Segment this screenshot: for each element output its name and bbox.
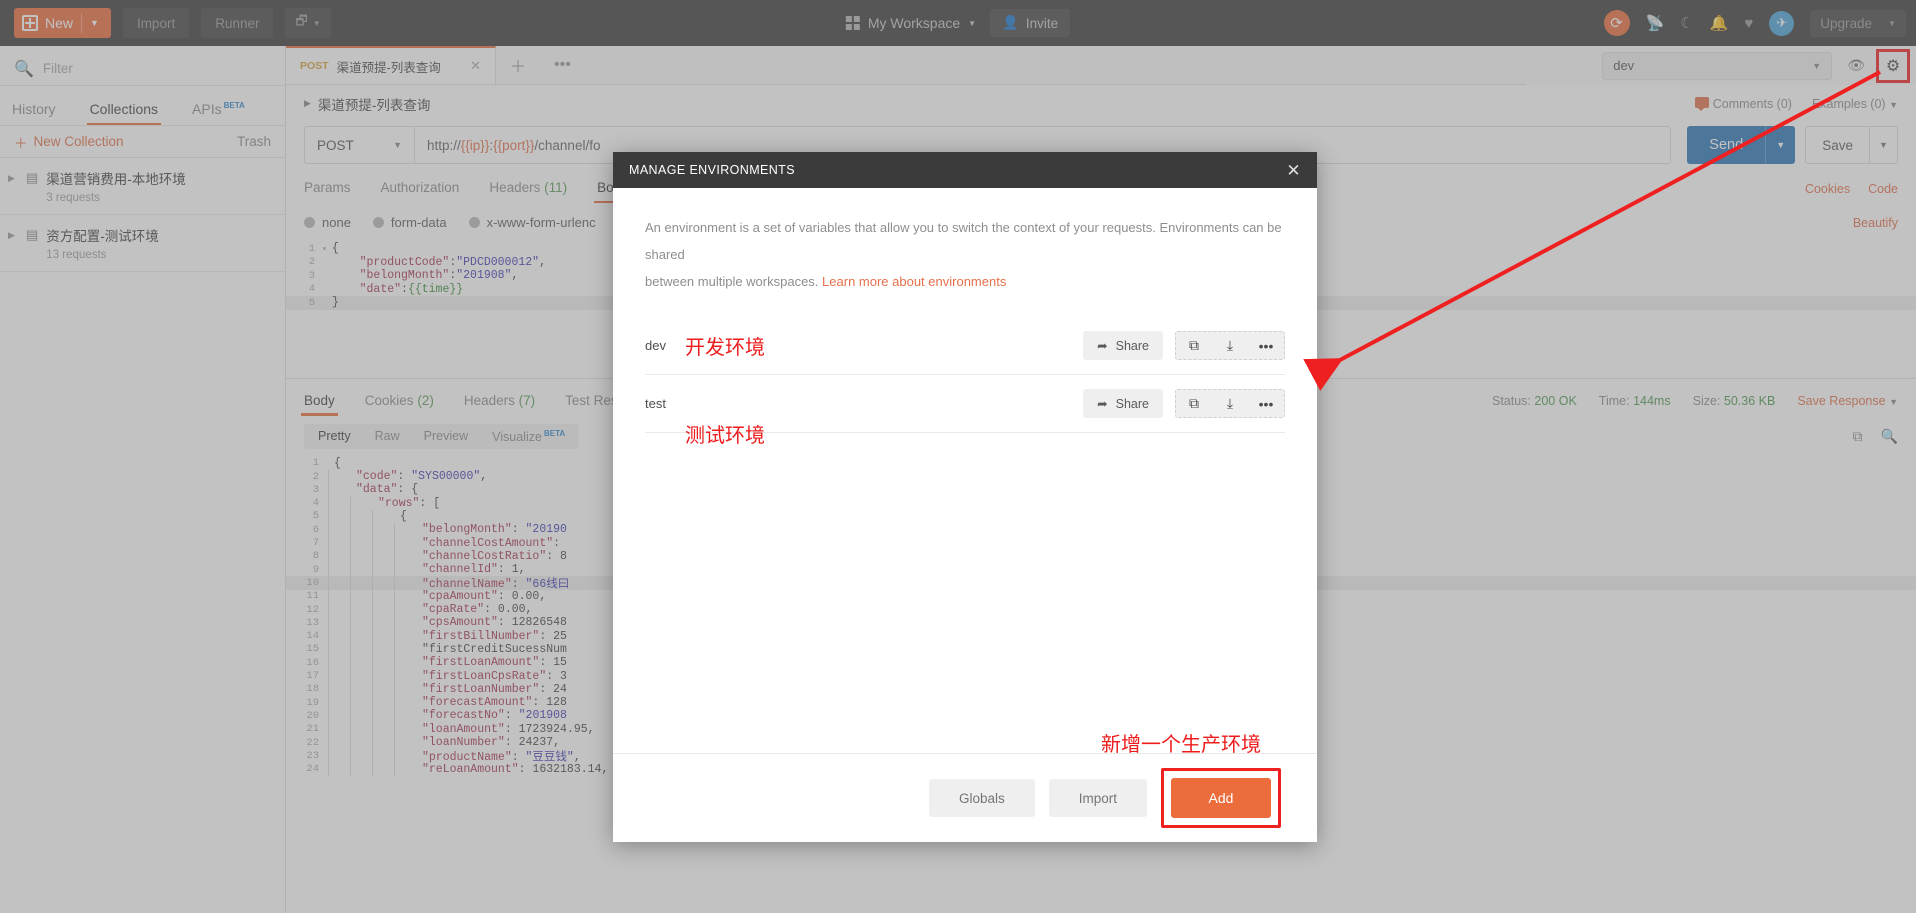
add-button-highlight: Add [1161,768,1281,828]
environment-row[interactable]: test 测试环境 ➦ Share ⧉ ⤓ ••• [645,375,1285,447]
modal-description-line1: An environment is a set of variables tha… [645,220,1282,262]
postman-app: New ▼ Import Runner 🗗 ▼ My Workspace ▼ 👤… [0,0,1916,913]
modal-description: An environment is a set of variables tha… [645,214,1285,295]
share-icon: ➦ [1097,397,1108,411]
environment-row[interactable]: dev 开发环境 ➦ Share ⧉ ⤓ ••• [645,317,1285,375]
copy-icon[interactable]: ⧉ [1176,389,1212,418]
more-icon[interactable]: ••• [1248,389,1284,418]
globals-button[interactable]: Globals [928,779,1035,817]
environment-list: dev 开发环境 ➦ Share ⧉ ⤓ ••• test 测试环境 ➦ Sha… [645,317,1285,447]
add-annotation: 新增一个生产环境 [1101,732,1261,756]
close-icon[interactable]: ✕ [1286,162,1301,179]
manage-environments-modal: MANAGE ENVIRONMENTS ✕ An environment is … [613,152,1317,842]
modal-footer: Globals Import Add [613,753,1317,842]
more-icon[interactable]: ••• [1248,331,1284,360]
environment-annotation: 开发环境 [685,335,765,359]
share-button[interactable]: ➦ Share [1083,389,1163,418]
environment-name: dev [645,338,666,353]
modal-title: MANAGE ENVIRONMENTS [629,163,795,177]
download-icon[interactable]: ⤓ [1212,389,1248,418]
environment-icon-group: ⧉ ⤓ ••• [1175,389,1285,418]
environment-annotation: 测试环境 [685,423,765,447]
modal-body: An environment is a set of variables tha… [613,188,1317,753]
share-button[interactable]: ➦ Share [1083,331,1163,360]
add-button[interactable]: Add [1171,778,1271,818]
share-label: Share [1115,338,1149,353]
share-icon: ➦ [1097,339,1108,353]
learn-more-link[interactable]: Learn more about environments [822,274,1006,289]
environment-actions: ➦ Share ⧉ ⤓ ••• [1083,331,1285,360]
environment-actions: ➦ Share ⧉ ⤓ ••• [1083,389,1285,418]
copy-icon[interactable]: ⧉ [1176,331,1212,360]
environment-name: test [645,396,666,411]
import-button[interactable]: Import [1048,779,1147,817]
modal-description-line2: between multiple workspaces. [645,274,819,289]
download-icon[interactable]: ⤓ [1212,331,1248,360]
share-label: Share [1115,396,1149,411]
environment-icon-group: ⧉ ⤓ ••• [1175,331,1285,360]
modal-header: MANAGE ENVIRONMENTS ✕ [613,152,1317,188]
